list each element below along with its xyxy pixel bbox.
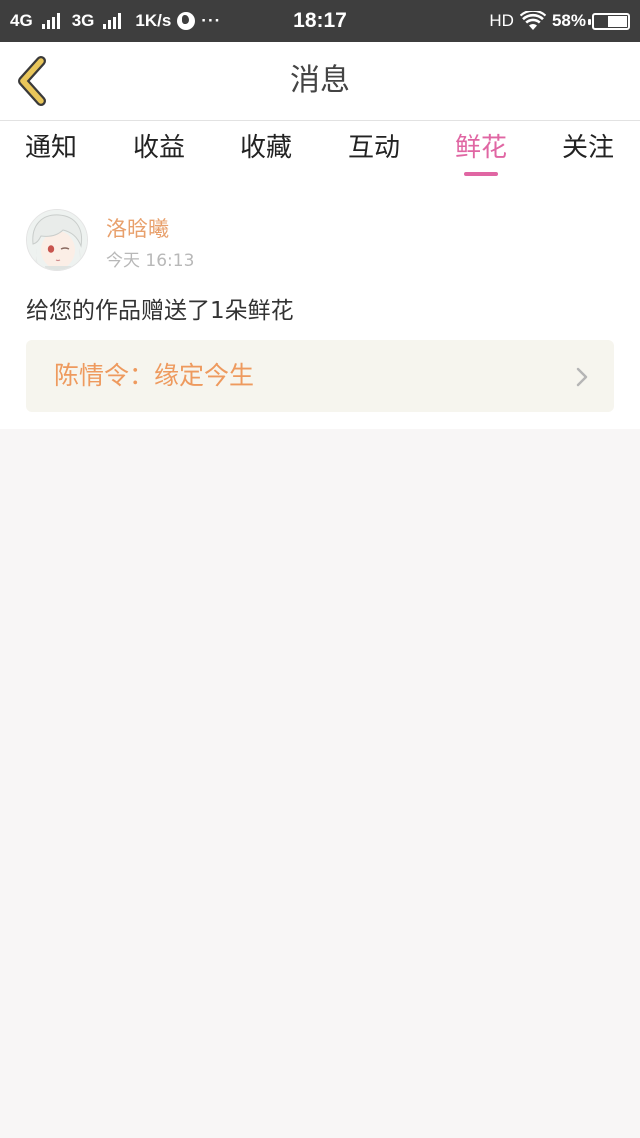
message-card: 洛晗曦 今天 16:13 给您的作品赠送了1朵鲜花 陈情令：缘定今生 xyxy=(0,179,640,429)
status-bar-left: 4G 3G 1K/s ··· xyxy=(10,0,221,42)
battery-level xyxy=(608,15,627,27)
tab-label: 收益 xyxy=(132,133,185,163)
sender-username[interactable]: 洛晗曦 xyxy=(106,213,169,243)
tab-label: 收藏 xyxy=(239,133,292,163)
tab-following[interactable]: 关注 xyxy=(538,121,638,179)
signal-strength-icon xyxy=(41,13,60,29)
browser-icon xyxy=(177,12,196,30)
tab-flowers[interactable]: 鲜花 xyxy=(431,121,531,179)
more-notifications-icon: ··· xyxy=(201,11,222,30)
work-link-card[interactable]: 陈情令：缘定今生 xyxy=(26,340,614,412)
tab-notifications[interactable]: 通知 xyxy=(1,121,101,179)
hd-label: HD xyxy=(489,11,514,30)
page-title: 消息 xyxy=(290,63,350,98)
status-bar-right: HD 58% xyxy=(489,0,630,42)
tab-label: 通知 xyxy=(24,133,77,163)
message-timestamp: 今天 16:13 xyxy=(106,251,195,271)
back-button[interactable] xyxy=(8,52,64,110)
tab-earnings[interactable]: 收益 xyxy=(109,121,209,179)
battery-icon xyxy=(588,12,630,30)
tab-bar: 通知 收益 收藏 互动 鲜花 关注 xyxy=(0,121,640,179)
wifi-icon xyxy=(519,11,546,30)
sim1-network-label: 4G xyxy=(10,11,33,30)
tab-label: 鲜花 xyxy=(454,133,507,163)
signal-strength-icon xyxy=(103,13,122,29)
header-bar: 消息 xyxy=(0,42,640,121)
tab-interactions[interactable]: 互动 xyxy=(324,121,424,179)
work-title: 陈情令：缘定今生 xyxy=(54,361,255,390)
network-speed: 1K/s xyxy=(135,11,172,30)
battery-percent: 58% xyxy=(551,11,586,30)
sim2-network-label: 3G xyxy=(71,11,95,30)
chevron-left-icon xyxy=(18,56,46,106)
message-text: 给您的作品赠送了1朵鲜花 xyxy=(26,298,294,324)
avatar[interactable] xyxy=(26,209,88,271)
tab-favorites[interactable]: 收藏 xyxy=(216,121,316,179)
tab-label: 关注 xyxy=(561,133,614,163)
status-bar: 4G 3G 1K/s ··· 18:17 HD 58% xyxy=(0,0,640,42)
chevron-right-icon xyxy=(576,367,588,387)
active-tab-indicator xyxy=(464,172,498,176)
user-avatar-image xyxy=(27,210,87,270)
tab-label: 互动 xyxy=(347,133,400,163)
